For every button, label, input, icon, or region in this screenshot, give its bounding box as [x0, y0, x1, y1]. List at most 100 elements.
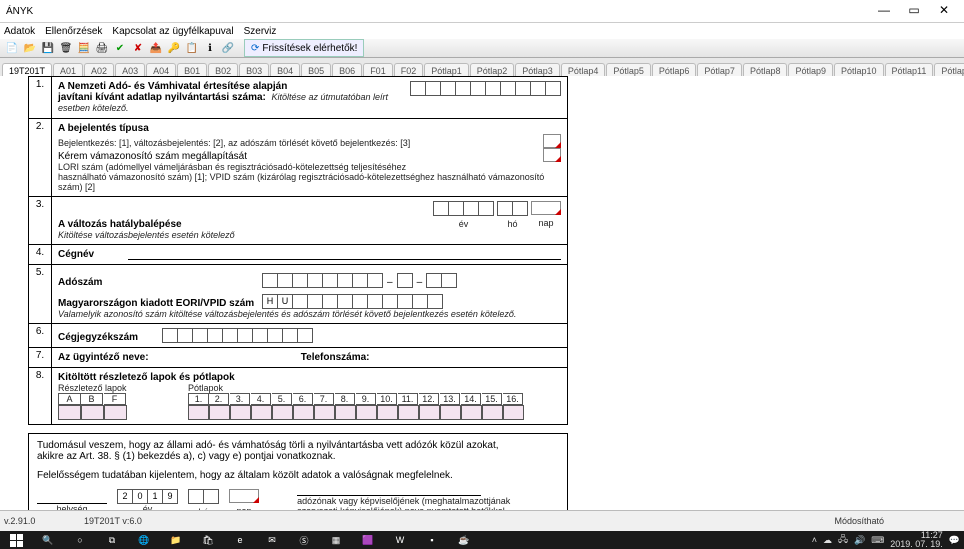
task-edge-icon[interactable]: 🌐: [128, 531, 160, 549]
decl-day-input[interactable]: [229, 489, 259, 503]
row2-type-input[interactable]: [543, 134, 561, 148]
declaration-box: Tudomásul veszem, hogy az állami adó- és…: [28, 433, 568, 511]
task-java-icon[interactable]: ☕: [448, 531, 480, 549]
task-cmd-icon[interactable]: ▪: [416, 531, 448, 549]
task-store-icon[interactable]: 🛍: [192, 531, 224, 549]
decl-year-input[interactable]: 2019: [117, 489, 178, 504]
tool-delete-icon[interactable]: 🗑: [58, 40, 74, 56]
tray-onedrive-icon[interactable]: ☁: [823, 535, 832, 546]
tray-network-icon[interactable]: 🖧: [838, 532, 848, 548]
potlap-4-input[interactable]: [251, 405, 272, 420]
potlap-1-input[interactable]: [188, 405, 209, 420]
row3-year-input[interactable]: [433, 201, 494, 216]
tool-open-icon[interactable]: 📂: [22, 40, 38, 56]
row6-num: 6.: [29, 324, 52, 348]
decl-month-input[interactable]: [188, 489, 219, 504]
close-button[interactable]: ✕: [930, 2, 958, 20]
tool-send-icon[interactable]: 📤: [148, 40, 164, 56]
tool-calc-icon[interactable]: 🧮: [76, 40, 92, 56]
potlap-6-input[interactable]: [293, 405, 314, 420]
row1-num: 1.: [29, 77, 52, 119]
adoszam-input-2[interactable]: [397, 273, 413, 288]
status-formver: 19T201T v:6.0: [84, 516, 142, 526]
maximize-button[interactable]: ▭: [900, 2, 928, 20]
adoszam-input[interactable]: [262, 273, 383, 288]
menu-adatok[interactable]: Adatok: [4, 26, 35, 37]
potlap-12-input[interactable]: [419, 405, 440, 420]
resz-f-input[interactable]: [104, 405, 127, 420]
potlap-10-input[interactable]: [377, 405, 398, 420]
menu-kapcsolat[interactable]: Kapcsolat az ügyfélkapuval: [112, 26, 233, 37]
potlap-14-input[interactable]: [461, 405, 482, 420]
task-word-icon[interactable]: W: [384, 531, 416, 549]
status-mode: Módosítható: [834, 516, 964, 526]
potlap-7-input[interactable]: [314, 405, 335, 420]
row3-month-input[interactable]: [497, 201, 528, 216]
task-app1-icon[interactable]: ▦: [320, 531, 352, 549]
toolbar: 📄 📂 💾 🗑 🧮 🖨 ✔ ✘ 📤 🔑 📋 ℹ 🔗 ⟳ Frissítések …: [0, 39, 964, 58]
tool-copy-icon[interactable]: 📋: [184, 40, 200, 56]
row7-l1: Az ügyintéző neve:: [58, 352, 298, 363]
task-search-icon[interactable]: 🔍: [32, 531, 64, 549]
row2-num: 2.: [29, 119, 52, 197]
row1-line1: A Nemzeti Adó- és Vámhivatal értesítése …: [58, 81, 406, 92]
menu-szerviz[interactable]: Szerviz: [244, 26, 277, 37]
adoszam-input-3[interactable]: [426, 273, 457, 288]
row5-num: 5.: [29, 265, 52, 324]
task-explorer-icon[interactable]: 📁: [160, 531, 192, 549]
resz-b-input[interactable]: [81, 405, 104, 420]
row3-h: A változás hatálybalépése: [58, 219, 429, 230]
row4-h: Cégnév: [58, 249, 94, 260]
refresh-icon: ⟳: [251, 43, 259, 54]
app-title: ÁNYK: [6, 6, 33, 17]
row8-num: 8.: [29, 368, 52, 425]
tool-print-icon[interactable]: 🖨: [94, 40, 110, 56]
task-app2-icon[interactable]: 🟪: [352, 531, 384, 549]
titlebar: ÁNYK — ▭ ✕: [0, 0, 964, 23]
potlap-13-input[interactable]: [440, 405, 461, 420]
potlap-9-input[interactable]: [356, 405, 377, 420]
tool-info-icon[interactable]: ℹ: [202, 40, 218, 56]
menu-ellenorzesek[interactable]: Ellenőrzések: [45, 26, 102, 37]
task-skype-icon[interactable]: Ⓢ: [288, 531, 320, 549]
row7-num: 7.: [29, 348, 52, 368]
row4-line: [128, 259, 561, 260]
tool-save-icon[interactable]: 💾: [40, 40, 56, 56]
row2-l4: használható vámazonosító szám) [1]; VPID…: [58, 172, 561, 192]
minimize-button[interactable]: —: [870, 2, 898, 20]
tray-up-icon[interactable]: ˄: [812, 535, 817, 545]
potlap-8-input[interactable]: [335, 405, 356, 420]
tray-date[interactable]: 2019. 07. 19.: [890, 539, 943, 549]
tool-link-icon[interactable]: 🔗: [220, 40, 236, 56]
task-cortana-icon[interactable]: ○: [64, 531, 96, 549]
row1-input[interactable]: [410, 81, 561, 96]
tray-lang-icon[interactable]: ⌨: [871, 535, 884, 546]
row5-l1: Adószám: [58, 277, 258, 288]
cegjegyzek-input[interactable]: [162, 328, 313, 343]
potlap-5-input[interactable]: [272, 405, 293, 420]
row3-day-input[interactable]: [531, 201, 561, 215]
potlap-16-input[interactable]: [503, 405, 524, 420]
start-button[interactable]: [0, 531, 32, 549]
row2-vam-input[interactable]: [543, 148, 561, 162]
potlap-2-input[interactable]: [209, 405, 230, 420]
tray-notifications-icon[interactable]: 💬: [949, 535, 960, 546]
potlap-3-input[interactable]: [230, 405, 251, 420]
task-ie-icon[interactable]: е: [224, 531, 256, 549]
potlap-11-input[interactable]: [398, 405, 419, 420]
helyseg-input[interactable]: [37, 489, 107, 504]
form-scroll-area[interactable]: 1. A Nemzeti Adó- és Vámhivatal értesíté…: [0, 76, 964, 511]
potlap-15-input[interactable]: [482, 405, 503, 420]
row5-l2: Magyarországon kiadott EORI/VPID szám: [58, 298, 258, 309]
task-outlook-icon[interactable]: ✉: [256, 531, 288, 549]
tool-new-icon[interactable]: 📄: [4, 40, 20, 56]
updates-button[interactable]: ⟳ Frissítések elérhetők!: [244, 39, 364, 57]
row4-num: 4.: [29, 245, 52, 265]
task-view-icon[interactable]: ⧉: [96, 531, 128, 549]
resz-a-input[interactable]: [58, 405, 81, 420]
tray-volume-icon[interactable]: 🔊: [854, 535, 865, 546]
tool-key-icon[interactable]: 🔑: [166, 40, 182, 56]
tool-cancel-icon[interactable]: ✘: [130, 40, 146, 56]
tool-check-icon[interactable]: ✔: [112, 40, 128, 56]
eori-input[interactable]: HU: [262, 294, 443, 309]
